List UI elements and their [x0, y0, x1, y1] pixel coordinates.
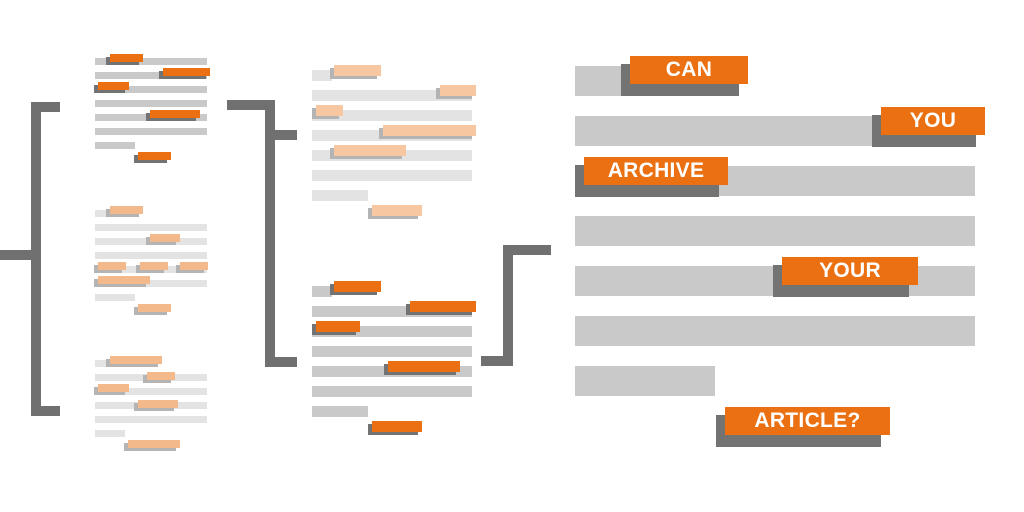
thumb-highlight: [98, 82, 129, 90]
thumb-text-line: [95, 252, 207, 259]
thumb-highlight: [140, 262, 168, 270]
thumb-text-line: [95, 294, 135, 301]
text-line: [575, 66, 623, 96]
thumb-highlight: [163, 68, 210, 76]
thumb-text-line: [312, 406, 368, 417]
thumb-highlight: [150, 234, 180, 242]
middle-bracket: [227, 100, 297, 367]
thumb-highlight: [147, 372, 175, 380]
word-you: YOU: [909, 109, 957, 132]
thumb-text-line: [95, 100, 207, 107]
thumb-text-line: [95, 224, 207, 231]
word-your: YOUR: [819, 259, 881, 282]
thumb-text-line: [312, 170, 472, 181]
word-can: CAN: [665, 58, 713, 81]
thumb-highlight: [388, 361, 460, 372]
thumb-highlight: [334, 281, 381, 292]
thumb-highlight: [98, 384, 129, 392]
thumb-highlight: [150, 110, 200, 118]
thumb-text-line: [95, 142, 135, 149]
left-bracket: [0, 102, 60, 416]
document-merge-diagram: [0, 54, 985, 451]
thumb-highlight: [410, 301, 476, 312]
illustration: CAN YOU ARCHIVE YOUR ARTICLE?: [0, 0, 1024, 512]
thumb-text-line: [312, 286, 332, 297]
word-article: ARTICLE?: [754, 409, 861, 432]
thumb-text-line: [312, 190, 368, 201]
thumb-highlight: [372, 421, 422, 432]
right-connector: [481, 245, 551, 366]
thumb-highlight: [180, 262, 208, 270]
text-line: [575, 216, 975, 246]
thumb-highlight: [440, 85, 476, 96]
thumb-text-line: [95, 416, 207, 423]
thumb-highlight: [316, 321, 360, 332]
thumb-highlight: [98, 262, 126, 270]
thumb-highlight: [316, 105, 343, 116]
thumb-highlight: [138, 400, 178, 408]
word-archive: ARCHIVE: [607, 159, 705, 182]
thumb-highlight: [110, 206, 143, 214]
thumb-text-line: [312, 386, 472, 397]
thumb-text-line: [95, 128, 207, 135]
text-line: [575, 366, 715, 396]
thumb-highlight: [372, 205, 422, 216]
thumb-highlight: [110, 54, 143, 62]
thumb-highlight: [383, 125, 476, 136]
thumb-highlight: [98, 276, 150, 284]
thumb-highlight: [128, 440, 180, 448]
thumb-text-line: [312, 70, 332, 81]
thumb-highlight: [334, 65, 381, 76]
thumb-text-line: [312, 346, 472, 357]
thumb-highlight: [110, 356, 162, 364]
thumb-highlight: [138, 152, 171, 160]
thumb-highlight: [334, 145, 406, 156]
text-line: [575, 316, 975, 346]
thumb-text-line: [95, 430, 125, 437]
thumb-highlight: [138, 304, 171, 312]
